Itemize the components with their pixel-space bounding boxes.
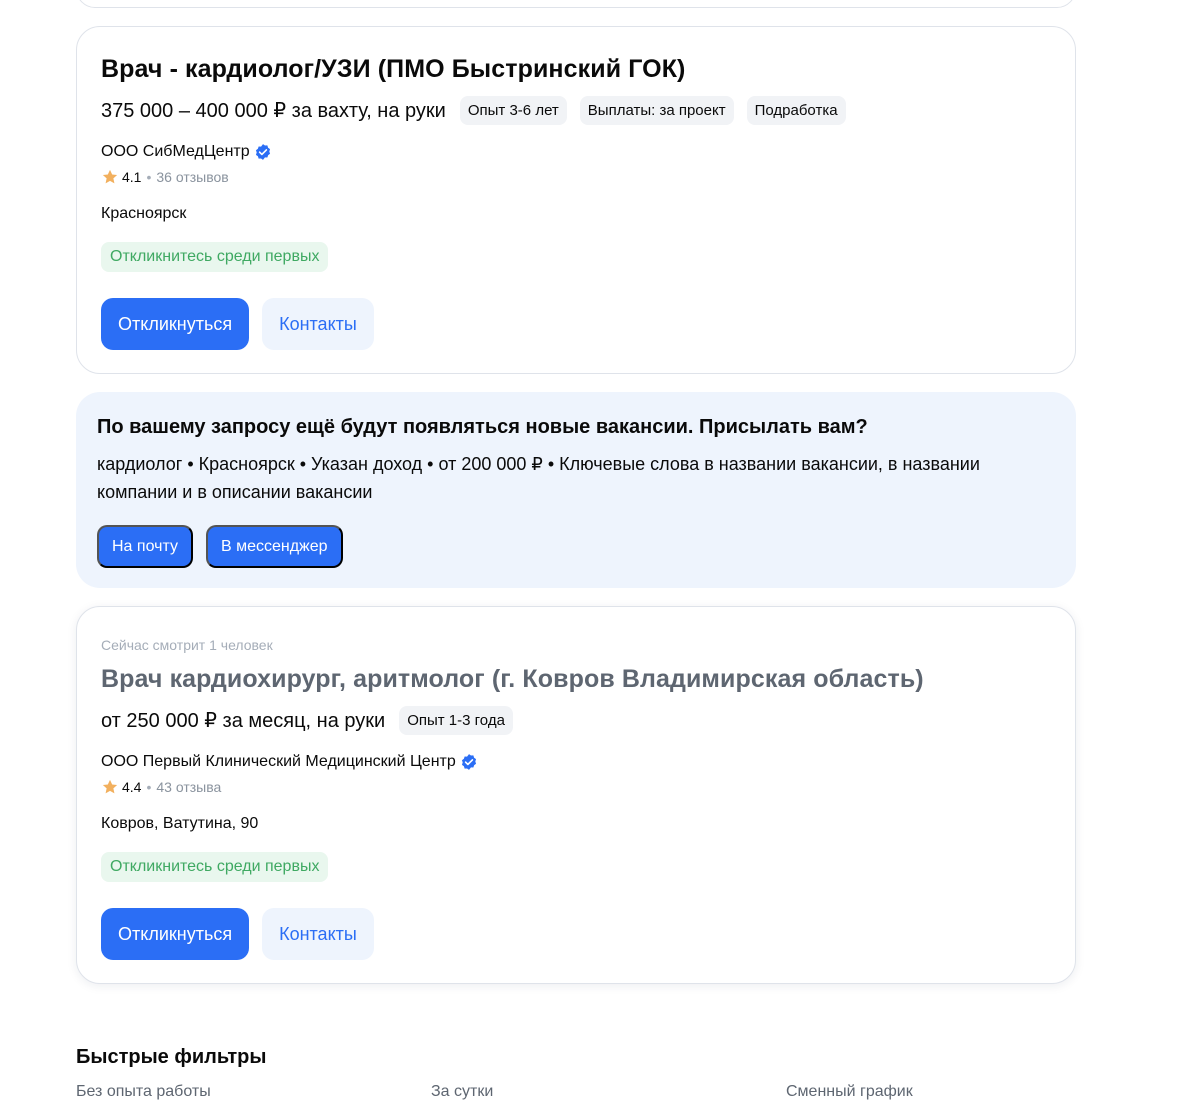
vacancy-salary: 375 000 – 400 000 ₽ за вахту, на руки (101, 99, 446, 122)
company-row: ООО Первый Клинический Медицинский Центр (101, 753, 478, 771)
salary-row: от 250 000 ₽ за месяц, на руки Опыт 1-3 … (101, 705, 526, 735)
vacancy-location: Ковров, Ватутина, 90 (101, 815, 259, 832)
experience-tag: Опыт 1-3 года (399, 705, 513, 735)
company-row: ООО СибМедЦентр (101, 143, 272, 161)
vacancy-card[interactable]: Сейчас смотрит 1 человек Врач кардиохиру… (76, 606, 1076, 984)
verified-check-icon (461, 754, 476, 770)
vacancy-card[interactable]: Врач - кардиолог/УЗИ (ПМО Быстринский ГО… (76, 26, 1076, 374)
action-buttons: Откликнуться Контакты (101, 908, 374, 960)
email-subscribe-button[interactable]: На почту (97, 525, 193, 568)
rating-value: 4.1 (122, 169, 142, 185)
page: Врач - кардиолог/УЗИ (ПМО Быстринский ГО… (0, 0, 1200, 1102)
experience-tag: Опыт 3-6 лет (459, 95, 567, 125)
respond-first-badge: Откликнитесь среди первых (101, 242, 329, 272)
quick-filter-last-day[interactable]: За сутки (431, 1083, 493, 1101)
payment-tag: Выплаты: за проект (579, 95, 734, 125)
salary-row: 375 000 – 400 000 ₽ за вахту, на руки Оп… (101, 95, 859, 125)
vacancy-salary: от 250 000 ₽ за месяц, на руки (101, 709, 386, 732)
rating-value: 4.4 (122, 779, 142, 795)
reviews-count[interactable]: 43 отзыва (156, 779, 221, 795)
parttime-tag: Подработка (746, 95, 846, 125)
vacancy-location: Красноярск (101, 205, 187, 222)
company-name[interactable]: ООО СибМедЦентр (101, 143, 250, 161)
quick-filters-title: Быстрые фильтры (76, 1046, 267, 1068)
action-buttons: Откликнуться Контакты (101, 298, 374, 350)
star-icon (102, 779, 118, 794)
separator-dot: • (146, 169, 152, 185)
previous-vacancy-card[interactable] (76, 0, 1076, 8)
rating-row: 4.1 • 36 отзывов (101, 168, 229, 186)
apply-button[interactable]: Откликнуться (101, 298, 250, 350)
rating-row: 4.4 • 43 отзыва (101, 778, 221, 796)
quick-filter-no-experience[interactable]: Без опыта работы (76, 1083, 211, 1101)
viewers-count: Сейчас смотрит 1 человек (101, 637, 273, 653)
vacancy-title[interactable]: Врач - кардиолог/УЗИ (ПМО Быстринский ГО… (101, 55, 686, 84)
contacts-button[interactable]: Контакты (262, 298, 374, 350)
contacts-button[interactable]: Контакты (262, 908, 374, 960)
messenger-subscribe-button[interactable]: В мессенджер (205, 525, 343, 568)
subscribe-buttons: На почту В мессенджер (97, 525, 356, 568)
subscribe-banner: По вашему запросу ещё будут появляться н… (76, 392, 1076, 588)
quick-filter-shift-schedule[interactable]: Сменный график (786, 1083, 913, 1101)
vacancy-title[interactable]: Врач кардиохирург, аритмолог (г. Ковров … (101, 665, 924, 694)
subscribe-query: кардиолог • Красноярск • Указан доход • … (97, 454, 980, 502)
company-name[interactable]: ООО Первый Клинический Медицинский Центр (101, 753, 456, 771)
reviews-count[interactable]: 36 отзывов (156, 169, 228, 185)
star-icon (102, 169, 118, 184)
subscribe-title: По вашему запросу ещё будут появляться н… (97, 416, 868, 438)
separator-dot: • (146, 779, 152, 795)
verified-check-icon (255, 144, 270, 160)
apply-button[interactable]: Откликнуться (101, 908, 250, 960)
respond-first-badge: Откликнитесь среди первых (101, 852, 329, 882)
